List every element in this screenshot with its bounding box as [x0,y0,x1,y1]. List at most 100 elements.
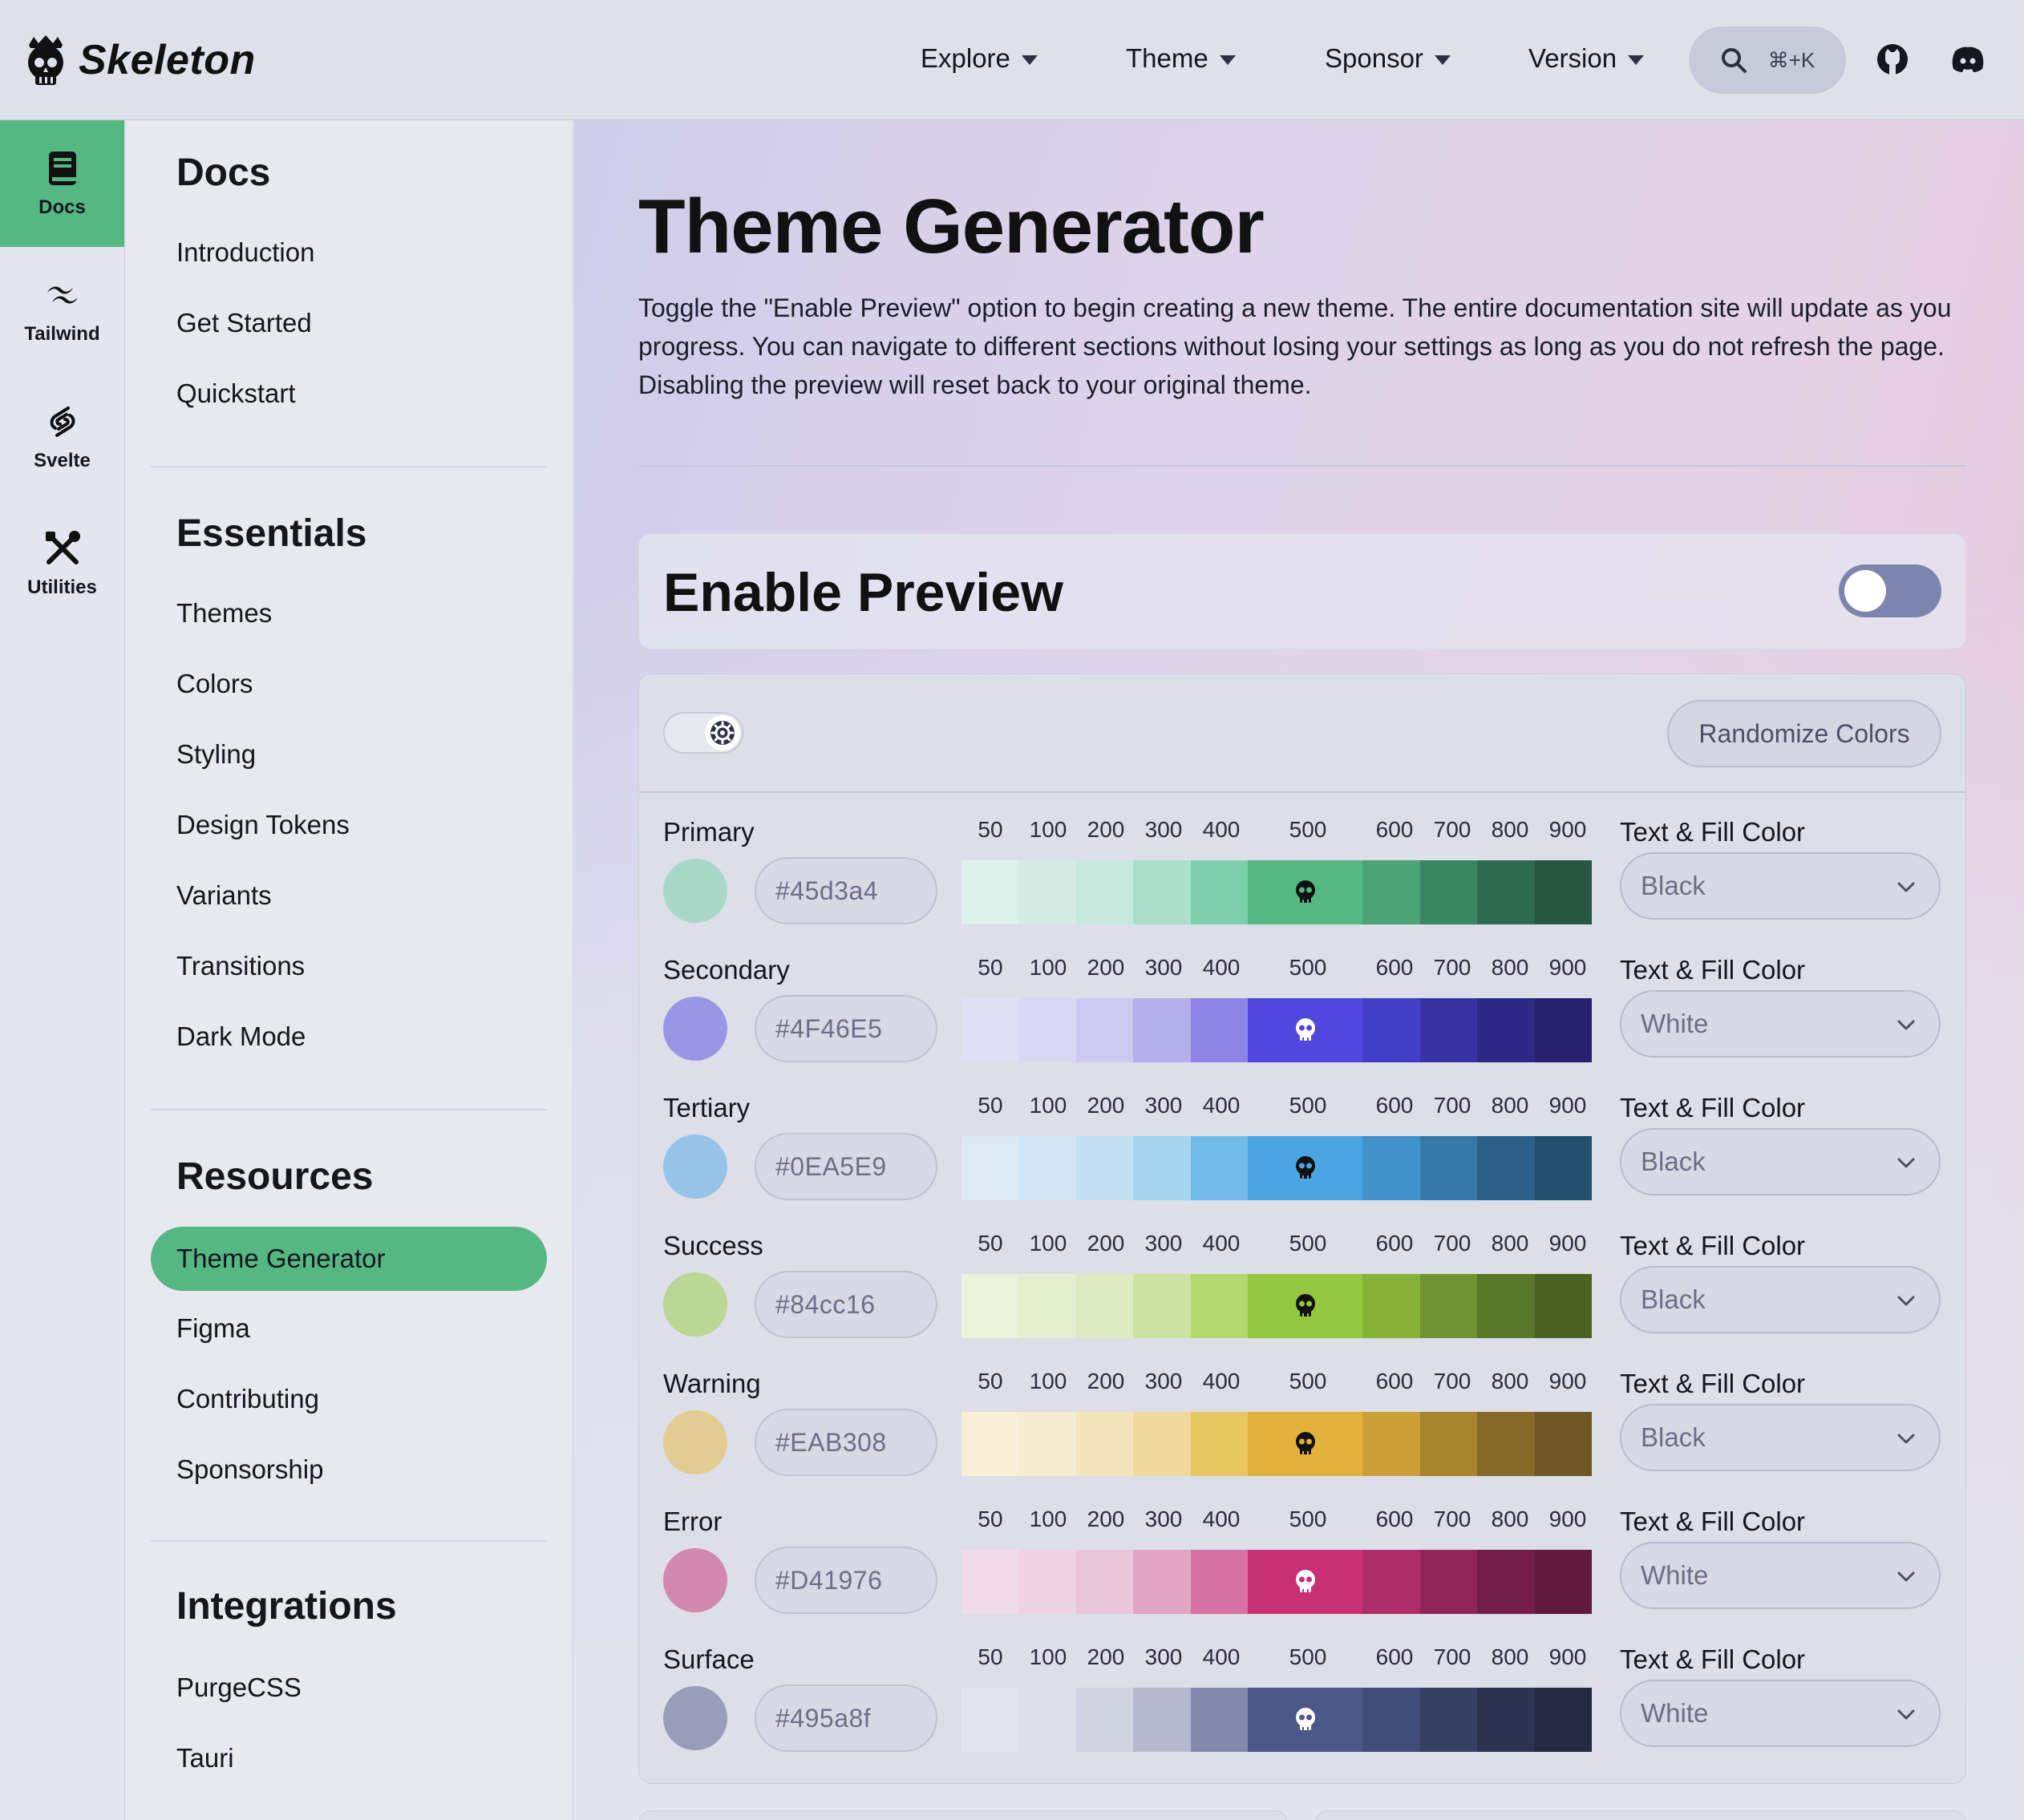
fill-color-select[interactable]: White [1620,990,1941,1058]
sidebar-link-purgecss[interactable]: PurgeCSS [176,1672,302,1703]
shade-labels: 50 100 200 300 400 500 600 700 800 900 [961,1093,1592,1125]
hex-input[interactable]: #EAB308 [755,1409,937,1476]
shade-label: 50 [978,1369,1003,1393]
color-picker-swatch[interactable] [663,997,727,1061]
github-icon[interactable] [1875,42,1910,77]
fill-color-select[interactable]: Black [1620,852,1941,920]
shade-swatch [1419,1412,1478,1476]
color-row-label: Error [663,1507,723,1536]
color-picker-swatch[interactable] [663,1410,727,1474]
sidebar-link-theme-generator[interactable]: Theme Generator [151,1227,547,1291]
shade-swatch [1075,860,1134,924]
shade-swatch [1419,1550,1478,1614]
shade-swatch [1190,1136,1249,1200]
discord-icon[interactable] [1950,42,1986,77]
shade-strip [961,1688,1592,1752]
shade-label: 100 [1029,955,1067,980]
fill-color-select[interactable]: Black [1620,1128,1941,1195]
sidebar-link-dark-mode[interactable]: Dark Mode [176,1021,306,1052]
top-navbar: Skeleton Explore Theme Sponsor Version ⌘… [0,0,2024,120]
rail-item-docs[interactable]: Docs [0,120,124,247]
brand[interactable]: Skeleton [21,34,256,87]
sidebar-link-variants[interactable]: Variants [176,880,272,911]
app-rail: Docs Tailwind Svelte Utilities [0,120,125,1820]
shade-label: 700 [1433,817,1471,842]
shade-label: 600 [1375,955,1414,980]
hex-input[interactable]: #0EA5E9 [755,1133,937,1200]
hex-input[interactable]: #4F46E5 [755,995,937,1062]
chevron-down-icon [1897,882,1915,892]
shade-label: 300 [1144,1093,1183,1118]
shade-label: 100 [1029,1093,1067,1118]
sidebar-link-design-tokens[interactable]: Design Tokens [176,810,350,840]
shade-swatch [1477,860,1535,924]
hex-input[interactable]: #45d3a4 [755,857,937,924]
color-picker-swatch[interactable] [663,1272,727,1337]
enable-preview-toggle[interactable] [1839,564,1941,617]
shade-swatch [1075,1688,1134,1752]
hex-input[interactable]: #495a8f [755,1685,937,1752]
sidebar-link-contributing[interactable]: Contributing [176,1384,319,1414]
fill-color-select[interactable]: White [1620,1542,1941,1609]
shade-label: 400 [1202,1093,1241,1118]
sidebar-link-colors[interactable]: Colors [176,669,253,699]
chevron-down-icon [1897,1020,1915,1030]
fill-color-select[interactable]: White [1620,1680,1941,1747]
rail-item-label: Tailwind [24,323,100,345]
shade-label: 300 [1144,1644,1183,1669]
shade-label: 400 [1202,1369,1241,1393]
fill-color-select[interactable]: Black [1620,1266,1941,1333]
shade-label: 400 [1202,1644,1241,1669]
nav-explore[interactable]: Explore [921,43,1038,74]
color-picker-swatch[interactable] [663,1686,727,1750]
shade-swatch [1362,1136,1420,1200]
shade-swatch [961,1550,1019,1614]
sidebar-link-get-started[interactable]: Get Started [176,308,312,338]
shade-swatch [1190,860,1249,924]
caret-down-icon [1628,55,1645,65]
bottom-card-right [1315,1810,1966,1820]
tools-icon [45,531,80,564]
gear-icon [710,721,735,745]
color-picker-swatch[interactable] [663,859,727,923]
shade-swatch [1534,1136,1592,1200]
shade-label: 100 [1029,817,1067,842]
shade-label: 700 [1433,1093,1471,1118]
color-picker-swatch[interactable] [663,1548,727,1612]
fill-color-select[interactable]: Black [1620,1404,1941,1471]
sidebar-divider [151,466,547,467]
sidebar-link-introduction[interactable]: Introduction [176,237,314,268]
rail-item-svelte[interactable]: Svelte [0,374,124,500]
shade-swatch [1419,1274,1478,1338]
fill-color-label: Text & Fill Color [1620,955,1806,985]
rail-item-utilities[interactable]: Utilities [0,500,124,627]
shade-label: 300 [1144,955,1183,980]
shade-label: 200 [1087,955,1125,980]
shade-swatch [1133,998,1191,1062]
nav-sponsor[interactable]: Sponsor [1325,43,1451,74]
nav-version[interactable]: Version [1528,43,1645,74]
shade-swatch [1534,998,1592,1062]
settings-toggle[interactable] [663,712,743,754]
shade-label: 400 [1202,1507,1241,1531]
sidebar-link-themes[interactable]: Themes [176,598,272,629]
search-button[interactable]: ⌘+K [1689,26,1846,94]
sidebar-link-styling[interactable]: Styling [176,739,256,770]
sidebar-section-title-resources: Resources [176,1155,374,1198]
color-picker-swatch[interactable] [663,1134,727,1199]
sidebar-link-transitions[interactable]: Transitions [176,951,305,981]
shade-label: 200 [1087,817,1125,842]
nav-theme[interactable]: Theme [1126,43,1236,74]
fill-color-value: White [1641,1560,1709,1590]
fill-color-label: Text & Fill Color [1620,1231,1806,1260]
nav-explore-label: Explore [921,43,1010,73]
rail-item-tailwind[interactable]: Tailwind [0,247,124,374]
hex-input[interactable]: #D41976 [755,1547,937,1614]
shade-labels: 50 100 200 300 400 500 600 700 800 900 [961,1644,1592,1676]
sidebar-link-quickstart[interactable]: Quickstart [176,378,296,409]
sidebar-link-figma[interactable]: Figma [176,1313,250,1344]
sidebar-link-sponsorship[interactable]: Sponsorship [176,1454,323,1485]
randomize-colors-button[interactable]: Randomize Colors [1667,700,1941,767]
hex-input[interactable]: #84cc16 [755,1271,937,1338]
sidebar-link-tauri[interactable]: Tauri [176,1743,234,1773]
